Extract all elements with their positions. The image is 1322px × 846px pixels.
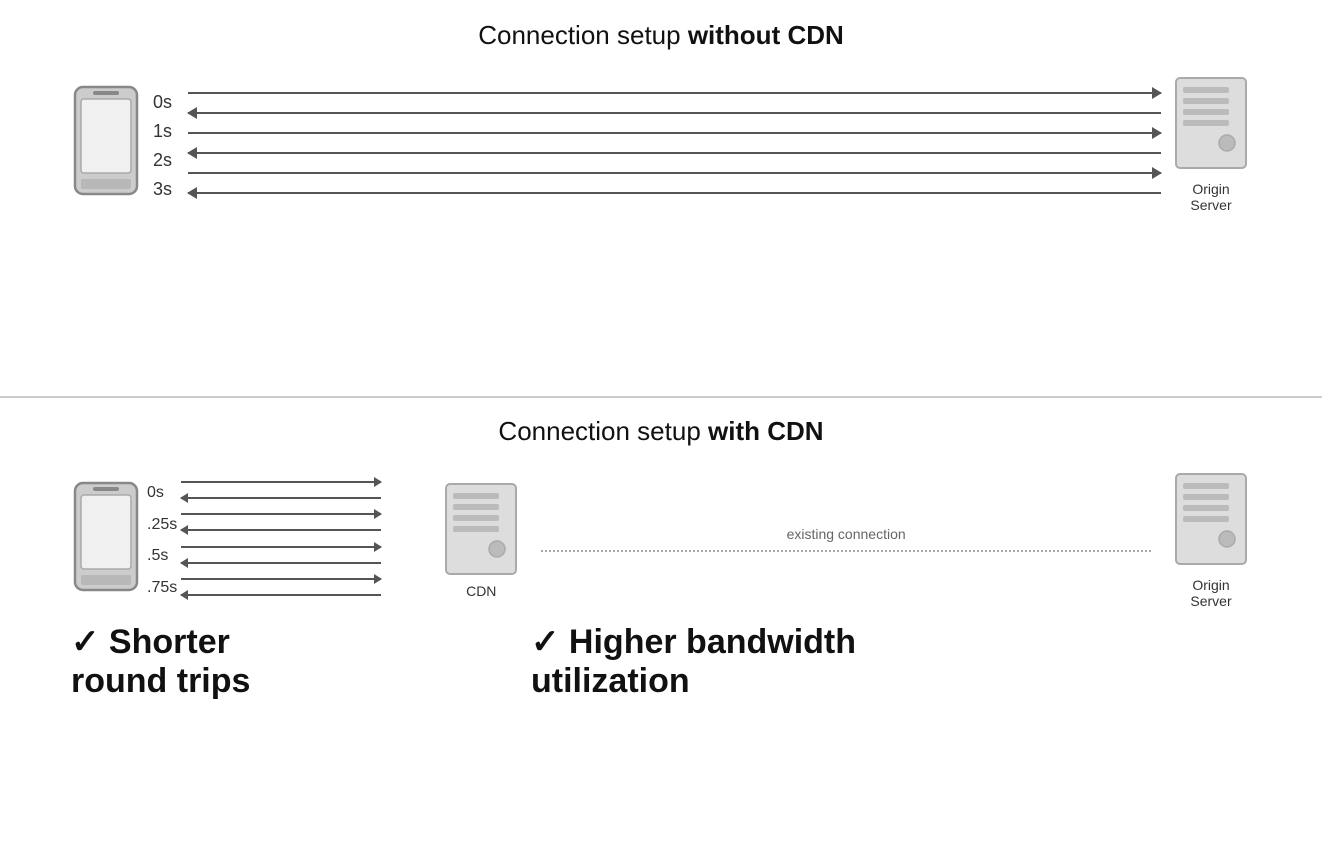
- cdn-time-75: .75s: [147, 580, 177, 596]
- arrow-line-5: [188, 163, 1161, 183]
- cdn-time-0: 0s: [147, 485, 177, 501]
- cdn-arrow-line-6: [181, 555, 441, 571]
- time-label-3: 3s: [153, 180, 172, 198]
- top-time-labels: 0s 1s 2s 3s: [153, 83, 172, 203]
- benefit-shorter-text: ✓ Shorterround trips: [71, 623, 491, 701]
- origin-server-top: OriginServer: [1171, 73, 1251, 213]
- cdn-arrow-line-8: [181, 587, 441, 603]
- bottom-title-bold: with CDN: [708, 416, 824, 446]
- arrow-line-1: [188, 83, 1161, 103]
- existing-connection-line: [541, 550, 1151, 552]
- time-label-2: 2s: [153, 151, 172, 169]
- main-container: Connection setup without CDN 0s: [0, 0, 1322, 846]
- cdn-arrow-line-3: [181, 506, 441, 522]
- arrow-left-3: [188, 192, 1161, 194]
- arrow-right-2: [188, 132, 1161, 134]
- cdn-arrow-line-4: [181, 522, 441, 538]
- cdn-time-labels: 0s .25s .5s .75s: [147, 474, 177, 604]
- origin-server-bottom: OriginServer: [1171, 469, 1251, 609]
- top-title: Connection setup without CDN: [478, 20, 844, 51]
- cdn-phone-icon: [71, 479, 143, 599]
- top-title-normal: Connection setup: [478, 20, 688, 50]
- arrow-line-2: [188, 103, 1161, 123]
- top-arrows-area: [188, 83, 1161, 203]
- arrow-right-3: [188, 172, 1161, 174]
- cdn-arrow-left-3: [181, 562, 381, 564]
- cdn-label: CDN: [466, 583, 496, 599]
- existing-connection-label: existing connection: [787, 526, 906, 542]
- benefits-row: ✓ Shorterround trips ✓ Higher bandwidthu…: [71, 623, 1251, 701]
- origin-server-bottom-label: OriginServer: [1190, 577, 1231, 609]
- existing-connection-area: existing connection: [541, 474, 1151, 604]
- cdn-arrow-line-7: [181, 571, 441, 587]
- cdn-arrow-left-2: [181, 529, 381, 531]
- arrow-left-2: [188, 152, 1161, 154]
- arrow-line-3: [188, 123, 1161, 143]
- cdn-diagram-row: 0s .25s .5s .75s: [71, 469, 1251, 609]
- top-title-bold: without CDN: [688, 20, 844, 50]
- origin-server-top-label: OriginServer: [1190, 181, 1231, 213]
- cdn-server: CDN: [441, 479, 521, 599]
- arrow-line-6: [188, 183, 1161, 203]
- benefit-higher-bandwidth: ✓ Higher bandwidthutilization: [491, 623, 1251, 701]
- cdn-arrow-left-4: [181, 594, 381, 596]
- time-label-0: 0s: [153, 93, 172, 111]
- arrow-line-4: [188, 143, 1161, 163]
- arrow-right-1: [188, 92, 1161, 94]
- top-diagram-row: 0s 1s 2s 3s: [71, 73, 1251, 213]
- phone-icon: [71, 83, 143, 203]
- arrow-left-1: [188, 112, 1161, 114]
- bottom-title-normal: Connection setup: [498, 416, 708, 446]
- bottom-title: Connection setup with CDN: [498, 416, 823, 447]
- cdn-arrow-right-1: [181, 481, 381, 483]
- section-without-cdn: Connection setup without CDN 0s: [0, 0, 1322, 398]
- cdn-arrow-right-3: [181, 546, 381, 548]
- cdn-arrow-line-5: [181, 539, 441, 555]
- cdn-arrow-right-2: [181, 513, 381, 515]
- section-with-cdn: Connection setup with CDN 0s .25s .5s .7…: [0, 398, 1322, 846]
- benefit-shorter-trips: ✓ Shorterround trips: [71, 623, 491, 701]
- cdn-arrow-line-2: [181, 490, 441, 506]
- cdn-arrow-right-4: [181, 578, 381, 580]
- cdn-time-5: .5s: [147, 548, 177, 564]
- benefit-bandwidth-text: ✓ Higher bandwidthutilization: [531, 623, 1251, 701]
- cdn-arrows-area: [181, 474, 441, 604]
- cdn-arrow-left-1: [181, 497, 381, 499]
- cdn-arrow-line-1: [181, 474, 441, 490]
- cdn-time-25: .25s: [147, 517, 177, 533]
- time-label-1: 1s: [153, 122, 172, 140]
